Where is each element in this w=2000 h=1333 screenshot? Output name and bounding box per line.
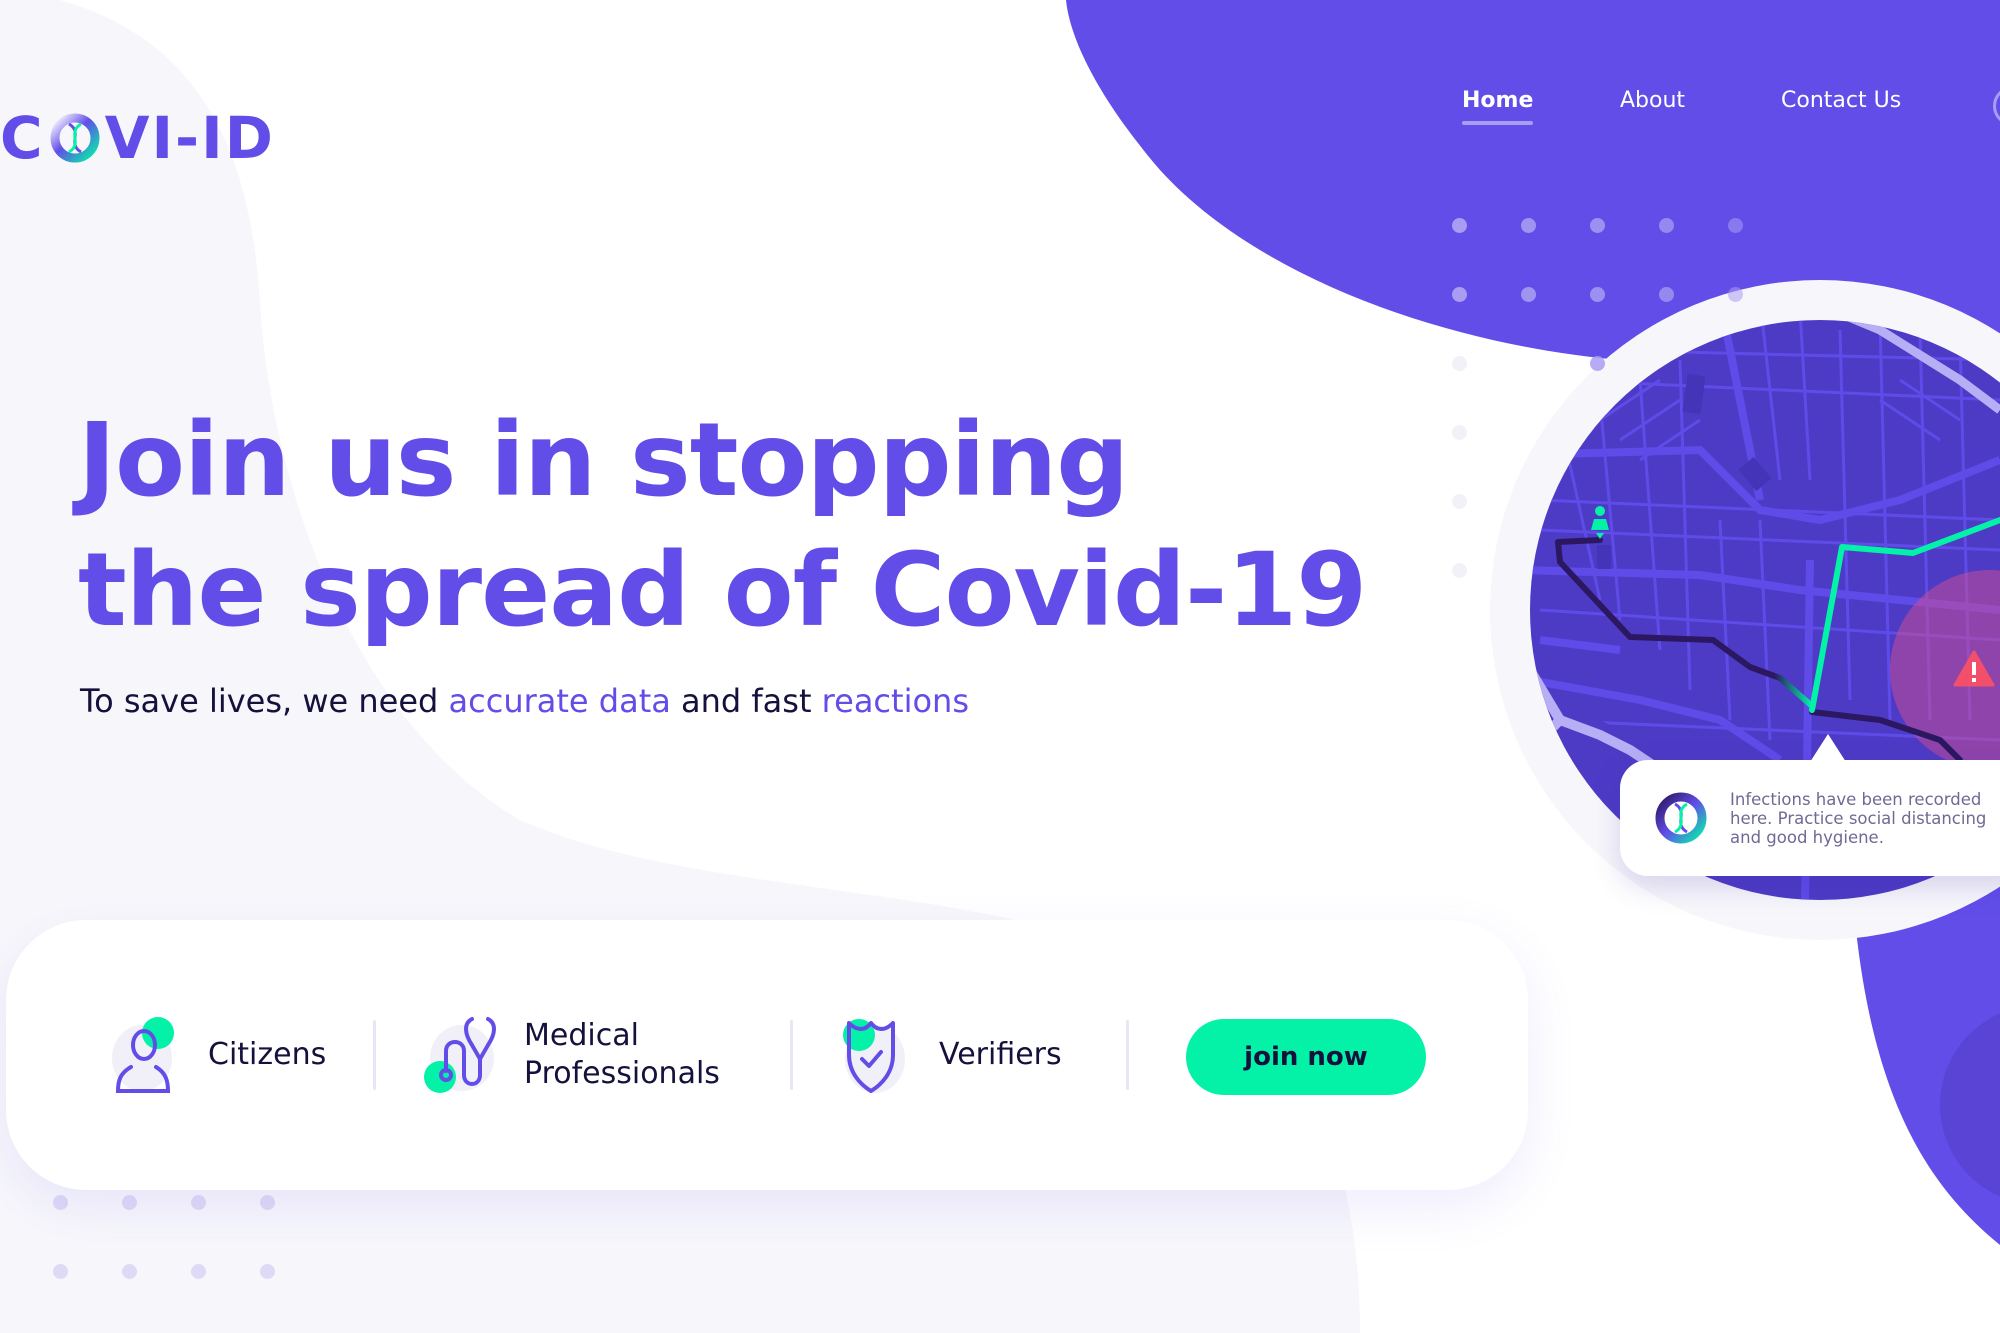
role-verifiers-label: Verifiers [939,1037,1062,1072]
role-medical-label: Medical Professionals [524,1018,720,1091]
divider-1 [373,1020,376,1090]
person-icon [112,1017,174,1093]
nav-home[interactable]: Home [1462,88,1534,125]
main-nav: Home About Contact Us [0,86,2000,128]
account-button[interactable] [1993,86,2000,126]
nav-active-underline [1462,121,1534,125]
stethoscope-icon [424,1017,496,1093]
hero-subtitle: To save lives, we need accurate data and… [80,682,969,720]
subtitle-accent-data: accurate data [448,682,671,720]
nav-home-label: Home [1462,88,1534,113]
warning-triangle-icon [1953,650,1995,687]
join-now-button[interactable]: join now [1186,1019,1426,1095]
role-verifiers[interactable]: Verifiers [835,1015,1062,1095]
divider-2 [790,1020,793,1090]
subtitle-part2: and fast [670,682,822,720]
shield-check-icon [843,1019,905,1093]
divider-3 [1126,1020,1129,1090]
nav-about[interactable]: About [1620,88,1685,113]
hero-title-line1: Join us in stopping [78,401,1129,520]
tooltip-message: Infections have been recorded here. Prac… [1730,789,1987,847]
hero-title: Join us in stopping the spread of Covid-… [78,396,1367,656]
nav-contact-us[interactable]: Contact Us [1781,88,1901,113]
nav-contact-label: Contact Us [1781,88,1902,113]
hero-title-line2: the spread of Covid-19 [78,531,1367,650]
subtitle-part1: To save lives, we need [80,682,449,720]
infection-tooltip: Infections have been recorded here. Prac… [1620,734,2000,876]
role-citizens-label: Citizens [208,1037,327,1072]
role-medical-professionals[interactable]: Medical Professionals [420,1015,720,1095]
role-citizens[interactable]: Citizens [104,1015,326,1095]
person-marker-icon [1591,506,1609,539]
nav-about-label: About [1620,88,1686,113]
subtitle-accent-reactions: reactions [821,682,969,720]
dna-ring-icon [1655,792,1707,844]
